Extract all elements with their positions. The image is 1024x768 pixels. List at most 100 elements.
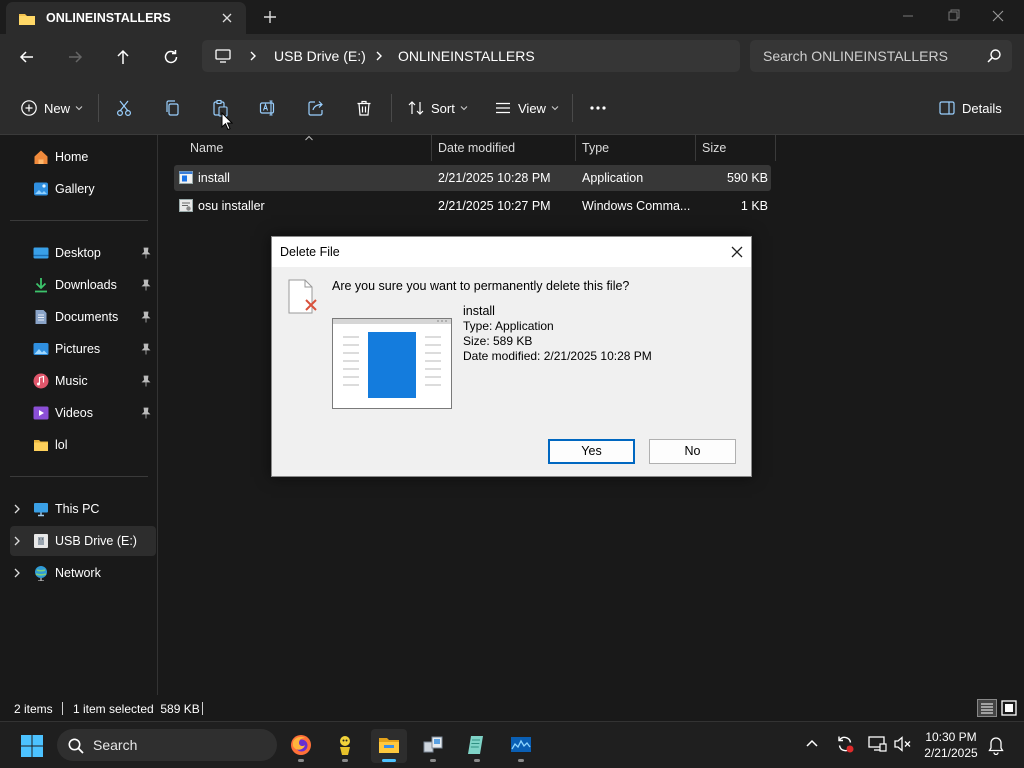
taskbar-firefox[interactable] bbox=[283, 729, 319, 763]
pin-icon[interactable] bbox=[141, 311, 151, 323]
sidebar-item-downloads[interactable]: Downloads bbox=[10, 270, 156, 300]
taskbar-file-explorer[interactable] bbox=[371, 729, 407, 763]
monitor-icon bbox=[214, 48, 232, 64]
plus-icon[interactable] bbox=[260, 7, 280, 27]
delete-file-icon bbox=[286, 279, 322, 315]
copy-button[interactable] bbox=[163, 97, 181, 119]
file-type: Application bbox=[582, 171, 644, 185]
restore-icon[interactable] bbox=[943, 6, 963, 26]
pin-icon[interactable] bbox=[141, 407, 151, 419]
table-row[interactable]: osu installer 2/21/2025 10:27 PM Windows… bbox=[174, 193, 771, 219]
search-icon[interactable] bbox=[986, 48, 1002, 64]
system-clock[interactable]: 10:30 PM 2/21/2025 bbox=[920, 729, 982, 761]
breadcrumb-usb-drive[interactable]: USB Drive (E:) bbox=[274, 48, 366, 64]
sidebar-item-videos[interactable]: Videos bbox=[10, 398, 156, 428]
pin-icon[interactable] bbox=[141, 375, 151, 387]
selection-info: 1 item selected 589 KB bbox=[73, 702, 200, 716]
copy-icon bbox=[163, 99, 181, 117]
details-view-icon[interactable] bbox=[977, 699, 997, 717]
minimize-icon[interactable] bbox=[898, 6, 918, 26]
file-thumbnail bbox=[332, 318, 452, 409]
sidebar-item-label: Videos bbox=[55, 406, 93, 420]
taskbar-network-app[interactable] bbox=[415, 729, 451, 763]
chevron-down-icon bbox=[75, 105, 83, 111]
chevron-right-icon[interactable] bbox=[12, 503, 22, 515]
taskbar: Search 10:30 PM 2/21/2025 bbox=[0, 721, 1024, 768]
details-button[interactable]: Details bbox=[938, 97, 1002, 119]
file-explorer-icon bbox=[378, 734, 400, 756]
close-tab-icon[interactable] bbox=[218, 9, 236, 27]
large-icons-view-icon[interactable] bbox=[1000, 699, 1018, 717]
delete-button[interactable] bbox=[355, 97, 373, 119]
pin-icon[interactable] bbox=[141, 279, 151, 291]
notebook-icon bbox=[466, 734, 488, 756]
view-label: View bbox=[518, 100, 546, 116]
cartoon-character-icon bbox=[334, 734, 356, 756]
table-row[interactable]: install 2/21/2025 10:28 PM Application 5… bbox=[174, 165, 771, 191]
pin-icon[interactable] bbox=[141, 343, 151, 355]
taskbar-search-box[interactable]: Search bbox=[57, 729, 277, 761]
share-button[interactable] bbox=[307, 97, 325, 119]
sort-label: Sort bbox=[431, 100, 455, 116]
search-input[interactable]: Search ONLINEINSTALLERS bbox=[750, 40, 1012, 72]
close-icon[interactable] bbox=[728, 243, 746, 261]
back-arrow-icon[interactable] bbox=[16, 46, 38, 68]
taskbar-monitor-app[interactable] bbox=[503, 729, 539, 763]
address-bar[interactable]: USB Drive (E:) ONLINEINSTALLERS bbox=[202, 40, 740, 72]
sidebar-item-music[interactable]: Music bbox=[10, 366, 156, 396]
chevron-right-icon[interactable] bbox=[248, 50, 258, 62]
column-name[interactable]: Name bbox=[190, 141, 223, 155]
taskbar-notebook-app[interactable] bbox=[459, 729, 495, 763]
sidebar-item-label: Music bbox=[55, 374, 88, 388]
sidebar-item-label: lol bbox=[55, 438, 68, 452]
refresh-icon[interactable] bbox=[160, 46, 182, 68]
chevron-right-icon[interactable] bbox=[12, 567, 22, 579]
file-name: osu installer bbox=[198, 199, 265, 213]
column-type[interactable]: Type bbox=[582, 141, 609, 155]
yes-button[interactable]: Yes bbox=[548, 439, 635, 464]
search-icon bbox=[67, 737, 85, 755]
new-button[interactable]: New bbox=[20, 97, 83, 119]
cut-button[interactable] bbox=[115, 97, 133, 119]
folder-icon bbox=[18, 11, 36, 27]
close-window-icon[interactable] bbox=[988, 6, 1008, 26]
tab-onlineinstallers[interactable]: ONLINEINSTALLERS bbox=[6, 2, 246, 34]
sidebar-item-lol[interactable]: lol bbox=[10, 430, 156, 460]
more-button[interactable] bbox=[589, 97, 607, 119]
sidebar-item-usb-drive[interactable]: USB Drive (E:) bbox=[10, 526, 156, 556]
dialog-question: Are you sure you want to permanently del… bbox=[332, 279, 630, 293]
notification-bell-icon[interactable] bbox=[987, 735, 1005, 755]
view-button[interactable]: View bbox=[494, 97, 559, 119]
column-size[interactable]: Size bbox=[702, 141, 726, 155]
sidebar-item-desktop[interactable]: Desktop bbox=[10, 238, 156, 268]
sync-icon[interactable] bbox=[835, 734, 855, 754]
chevron-up-icon[interactable] bbox=[805, 736, 819, 752]
sidebar-item-gallery[interactable]: Gallery bbox=[10, 174, 156, 204]
usb-drive-icon bbox=[33, 533, 49, 549]
sidebar-item-pictures[interactable]: Pictures bbox=[10, 334, 156, 364]
sidebar-item-home[interactable]: Home bbox=[10, 142, 156, 172]
up-arrow-icon[interactable] bbox=[112, 46, 134, 68]
display-icon[interactable] bbox=[867, 735, 887, 753]
sidebar-item-documents[interactable]: Documents bbox=[10, 302, 156, 332]
no-button[interactable]: No bbox=[649, 439, 736, 464]
start-windows-icon[interactable] bbox=[20, 734, 44, 758]
speaker-muted-icon[interactable] bbox=[893, 735, 913, 753]
chevron-right-icon[interactable] bbox=[374, 50, 384, 62]
sidebar-item-this-pc[interactable]: This PC bbox=[10, 494, 156, 524]
breadcrumb-onlineinstallers[interactable]: ONLINEINSTALLERS bbox=[398, 48, 535, 64]
chevron-right-icon[interactable] bbox=[12, 535, 22, 547]
column-date-modified[interactable]: Date modified bbox=[438, 141, 515, 155]
sidebar-item-label: Network bbox=[55, 566, 101, 580]
dialog-file-type: Type: Application bbox=[463, 319, 554, 333]
firefox-icon bbox=[290, 734, 312, 756]
sidebar-item-network[interactable]: Network bbox=[10, 558, 156, 588]
taskbar-app-character[interactable] bbox=[327, 729, 363, 763]
file-size: 590 KB bbox=[726, 171, 768, 185]
forward-arrow-icon[interactable] bbox=[64, 46, 86, 68]
sort-button[interactable]: Sort bbox=[407, 97, 468, 119]
pin-icon[interactable] bbox=[141, 247, 151, 259]
file-date: 2/21/2025 10:27 PM bbox=[438, 199, 551, 213]
rename-button[interactable] bbox=[259, 97, 277, 119]
clock-time: 10:30 PM bbox=[925, 730, 977, 744]
